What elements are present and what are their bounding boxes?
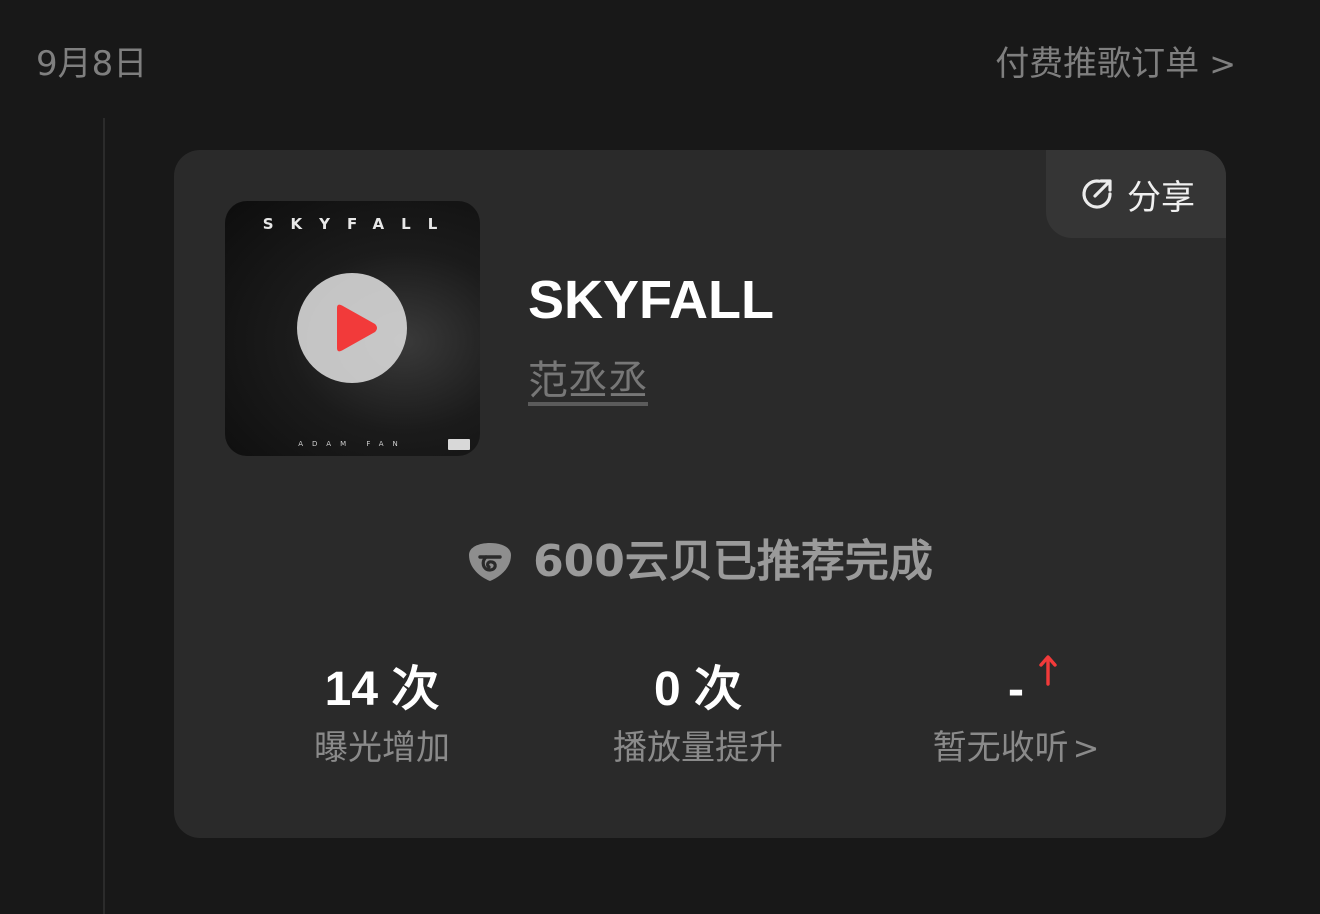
cover-artist: ADAM FAN xyxy=(298,440,407,448)
share-label: 分享 xyxy=(1127,177,1195,218)
stat-exposure: 14 次 曝光增加 xyxy=(252,658,512,770)
recommendation-card: 分享 SKYFALL ADAM FAN SKYFALL 范丞丞 600云贝已推荐… xyxy=(174,150,1226,838)
recommendation-status: 600云贝已推荐完成 xyxy=(174,536,1226,588)
stat-plays-value: 0 次 xyxy=(653,663,743,716)
paid-orders-link[interactable]: 付费推歌订单 > xyxy=(995,42,1236,86)
cover-title: SKYFALL xyxy=(262,215,455,233)
chevron-right-icon: > xyxy=(1072,729,1100,767)
stat-plays-label: 播放量提升 xyxy=(613,728,783,768)
share-button[interactable]: 分享 xyxy=(1046,150,1226,238)
song-title: SKYFALL xyxy=(528,270,775,330)
date-label: 9月8日 xyxy=(36,44,148,84)
explicit-badge xyxy=(448,439,470,450)
up-arrow-icon xyxy=(1039,655,1057,686)
stat-plays: 0 次 播放量提升 xyxy=(568,658,828,770)
paid-orders-label: 付费推歌订单 xyxy=(995,44,1200,84)
stat-listens-label: 暂无收听 xyxy=(932,728,1069,768)
chevron-right-icon: > xyxy=(1209,45,1236,83)
timeline-divider xyxy=(103,118,105,914)
recommendation-page: 9月8日 付费推歌订单 > 分享 SKYFALL ADAM FAN SKYFAL… xyxy=(0,0,1320,914)
album-cover[interactable]: SKYFALL ADAM FAN xyxy=(225,201,480,456)
play-icon xyxy=(337,304,377,352)
play-button[interactable] xyxy=(297,273,407,383)
stat-exposure-value: 14 次 xyxy=(324,663,440,716)
share-icon xyxy=(1082,179,1112,209)
status-text: 600云贝已推荐完成 xyxy=(533,536,933,587)
stat-exposure-label: 曝光增加 xyxy=(314,728,450,768)
stat-listens-value: - xyxy=(1008,663,1024,716)
artist-link[interactable]: 范丞丞 xyxy=(528,356,648,406)
stat-listens[interactable]: - 暂无收听 > xyxy=(886,655,1146,770)
cloud-coin-icon xyxy=(469,543,512,581)
stat-listens-link[interactable]: 暂无收听 > xyxy=(933,726,1100,770)
